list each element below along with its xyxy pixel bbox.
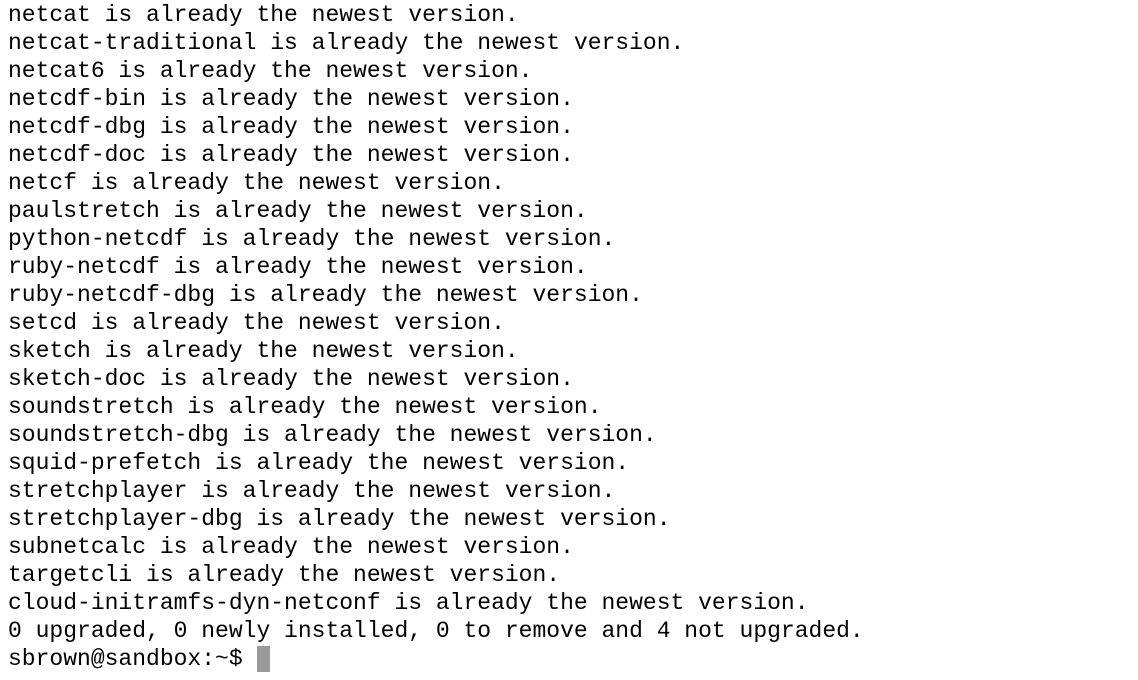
terminal-line: soundstretch-dbg is already the newest v… xyxy=(8,422,657,448)
terminal-line: netcdf-bin is already the newest version… xyxy=(8,86,574,112)
terminal-line-summary: 0 upgraded, 0 newly installed, 0 to remo… xyxy=(8,618,864,644)
terminal-line: sketch-doc is already the newest version… xyxy=(8,366,574,392)
terminal-line: netcdf-doc is already the newest version… xyxy=(8,142,574,168)
terminal-line: netcdf-dbg is already the newest version… xyxy=(8,114,574,140)
terminal-line: stretchplayer is already the newest vers… xyxy=(8,478,616,504)
terminal-line: ruby-netcdf is already the newest versio… xyxy=(8,254,588,280)
terminal-line: ruby-netcdf-dbg is already the newest ve… xyxy=(8,282,643,308)
terminal-line: squid-prefetch is already the newest ver… xyxy=(8,450,630,476)
text-cursor xyxy=(256,646,270,672)
terminal-line: stretchplayer-dbg is already the newest … xyxy=(8,506,671,532)
terminal-line: setcd is already the newest version. xyxy=(8,310,505,336)
terminal-line: netcat6 is already the newest version. xyxy=(8,58,533,84)
terminal-line: sketch is already the newest version. xyxy=(8,338,519,364)
shell-prompt: sbrown@sandbox:~$ xyxy=(8,646,243,672)
terminal-line: netcf is already the newest version. xyxy=(8,170,505,196)
terminal-window[interactable]: netcat is already the newest version. ne… xyxy=(0,0,1138,680)
terminal-line: netcat is already the newest version. xyxy=(8,2,519,28)
terminal-line: netcat-traditional is already the newest… xyxy=(8,30,685,56)
terminal-line: soundstretch is already the newest versi… xyxy=(8,394,602,420)
terminal-line: python-netcdf is already the newest vers… xyxy=(8,226,616,252)
terminal-line: targetcli is already the newest version. xyxy=(8,562,561,588)
terminal-line: paulstretch is already the newest versio… xyxy=(8,198,588,224)
terminal-line: cloud-initramfs-dyn-netconf is already t… xyxy=(8,590,809,616)
prompt-line[interactable]: sbrown@sandbox:~$ xyxy=(8,645,1138,673)
terminal-line: subnetcalc is already the newest version… xyxy=(8,534,574,560)
